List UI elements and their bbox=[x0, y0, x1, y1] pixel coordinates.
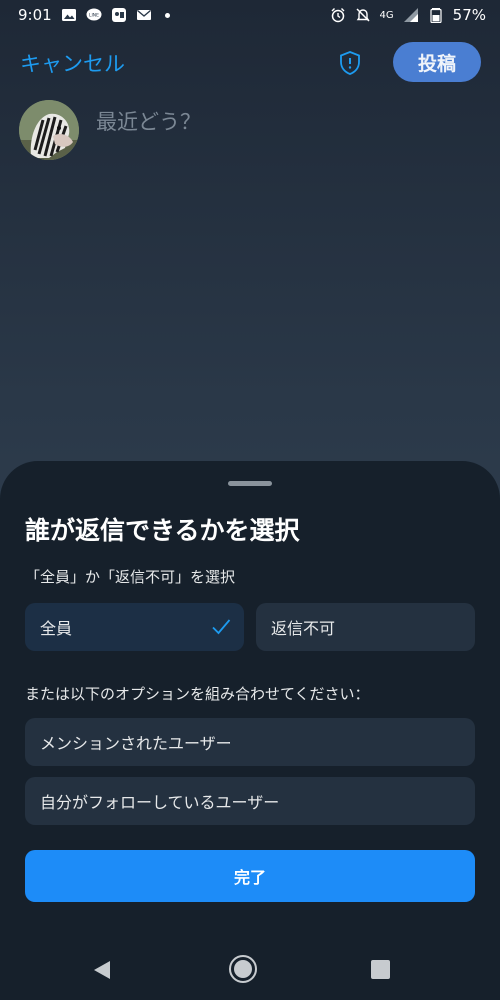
avatar[interactable] bbox=[19, 100, 79, 160]
alarm-icon bbox=[330, 8, 346, 23]
line-app-icon: LINE bbox=[86, 8, 102, 22]
done-button[interactable]: 完了 bbox=[25, 850, 475, 902]
status-left: 9:01 LINE bbox=[18, 6, 170, 24]
check-icon bbox=[210, 616, 232, 638]
shield-alert-icon[interactable] bbox=[337, 50, 363, 76]
signal-icon bbox=[403, 8, 419, 22]
battery-icon bbox=[428, 8, 444, 23]
home-icon[interactable] bbox=[228, 954, 258, 984]
combine-options-label: または以下のオプションを組み合わせてください： bbox=[25, 685, 370, 703]
option-no-reply[interactable]: 返信不可 bbox=[256, 603, 475, 651]
mail-icon bbox=[136, 8, 152, 22]
game-app-icon bbox=[111, 8, 127, 22]
status-time: 9:01 bbox=[18, 6, 52, 24]
mute-icon bbox=[355, 8, 371, 22]
option-mentioned-users[interactable]: メンションされたユーザー bbox=[25, 718, 475, 766]
reply-settings-sheet: 誰が返信できるかを選択 「全員」か「返信不可」を選択 全員 返信不可 または以下… bbox=[0, 461, 500, 1000]
option-everyone[interactable]: 全員 bbox=[25, 603, 244, 651]
recents-icon[interactable] bbox=[371, 960, 390, 979]
option-mentioned-users-label: メンションされたユーザー bbox=[40, 734, 232, 753]
back-icon[interactable] bbox=[91, 959, 113, 981]
option-everyone-label: 全員 bbox=[40, 619, 73, 638]
sheet-title: 誰が返信できるかを選択 bbox=[25, 516, 300, 545]
sheet-subtitle: 「全員」か「返信不可」を選択 bbox=[25, 568, 236, 586]
battery-percent: 57% bbox=[452, 6, 486, 24]
avatar-image bbox=[19, 100, 79, 160]
system-nav-bar bbox=[0, 940, 500, 1000]
option-following-users[interactable]: 自分がフォローしているユーザー bbox=[25, 777, 475, 825]
network-type: 4G bbox=[379, 9, 394, 21]
status-right: 4G 57% bbox=[330, 6, 486, 24]
image-icon bbox=[61, 8, 77, 22]
post-button[interactable]: 投稿 bbox=[393, 42, 481, 82]
option-following-users-label: 自分がフォローしているユーザー bbox=[40, 793, 280, 812]
compose-text-input[interactable]: 最近どう？ bbox=[96, 106, 201, 136]
status-bar: 9:01 LINE 4G 57% bbox=[0, 0, 500, 30]
cancel-button[interactable]: キャンセル bbox=[20, 48, 125, 78]
notification-dot bbox=[164, 12, 170, 18]
svg-text:LINE: LINE bbox=[89, 13, 99, 19]
compose-top-bar: キャンセル 投稿 bbox=[0, 38, 500, 88]
drag-handle[interactable] bbox=[228, 481, 272, 486]
option-no-reply-label: 返信不可 bbox=[271, 619, 336, 638]
